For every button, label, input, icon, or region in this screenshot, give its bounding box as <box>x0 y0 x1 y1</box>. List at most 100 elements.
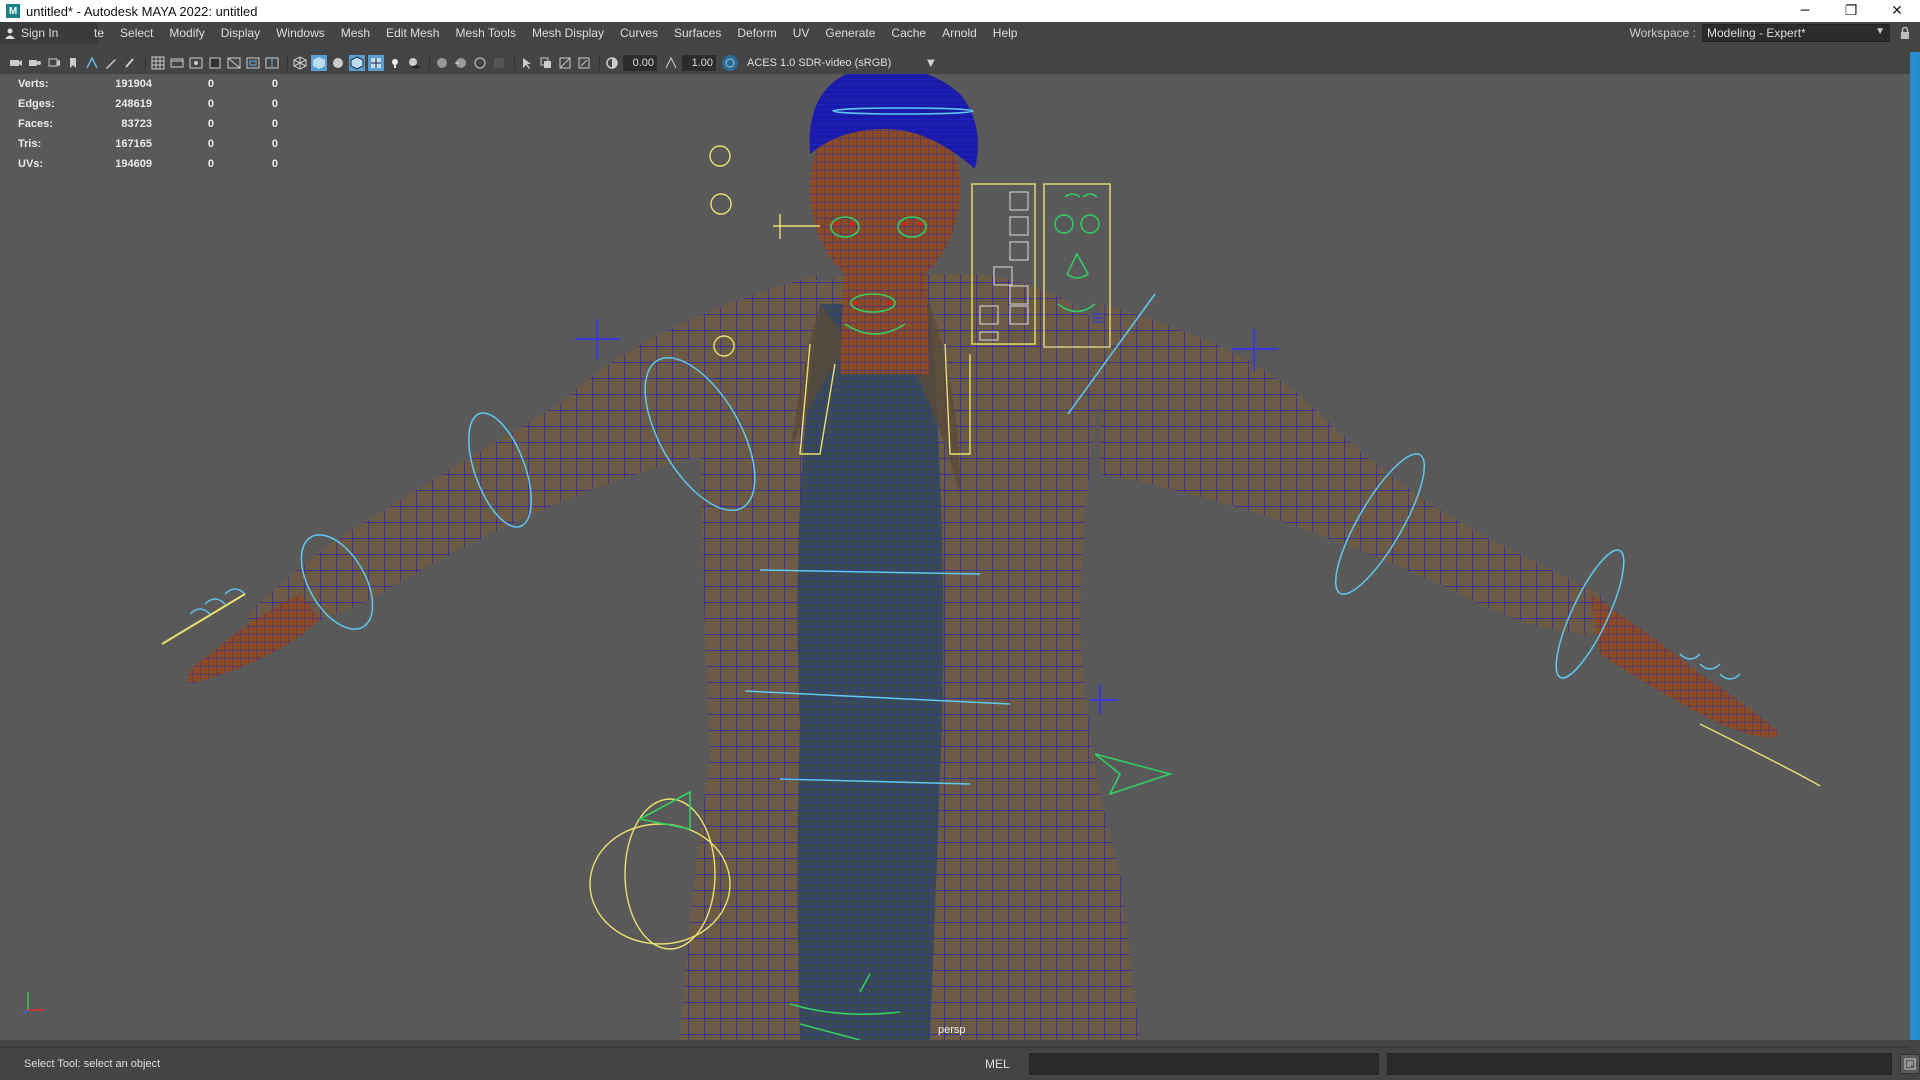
divider <box>0 1046 1910 1048</box>
command-line-input[interactable] <box>1028 1053 1379 1075</box>
menu-item-uv[interactable]: UV <box>785 26 818 40</box>
workspace-selector: Workspace : Modeling - Expert* ▼ <box>1630 22 1920 44</box>
default-material-icon[interactable] <box>330 55 346 71</box>
right-panel-strip[interactable] <box>1910 52 1920 1040</box>
foot-control-left[interactable] <box>637 790 691 830</box>
mel-language-toggle[interactable]: MEL <box>985 1057 1021 1071</box>
color-management-icon[interactable] <box>722 55 738 71</box>
field-chart-icon[interactable] <box>226 55 242 71</box>
safe-action-icon[interactable] <box>245 55 261 71</box>
pole-vector-knee[interactable] <box>1090 684 1118 714</box>
gamma-field[interactable]: 1.00 <box>682 55 716 71</box>
scene-canvas[interactable] <box>0 74 1910 1040</box>
restore-button[interactable]: ❐ <box>1828 0 1874 22</box>
gamma-icon[interactable] <box>663 55 679 71</box>
minimize-button[interactable]: ─ <box>1782 0 1828 22</box>
resolution-gate-icon[interactable] <box>188 55 204 71</box>
camera-attributes-icon[interactable] <box>27 55 43 71</box>
bookmarks-icon[interactable] <box>46 55 62 71</box>
eye-aim-control-2[interactable] <box>710 193 732 215</box>
hud-value: 0 <box>207 158 214 170</box>
2d-pan-zoom-icon[interactable] <box>84 55 100 71</box>
hud-value: 0 <box>271 78 278 90</box>
menu-item-mesh-tools[interactable]: Mesh Tools <box>447 26 523 40</box>
menu-item-mesh-display[interactable]: Mesh Display <box>524 26 612 40</box>
right-hand[interactable] <box>1590 594 1780 738</box>
xray-active-components-icon[interactable] <box>576 55 592 71</box>
screen-space-ao-icon[interactable] <box>434 55 450 71</box>
menu-item-arnold[interactable]: Arnold <box>934 26 985 40</box>
menu-item-windows[interactable]: Windows <box>268 26 333 40</box>
isolate-select-icon[interactable] <box>519 55 535 71</box>
safe-title-icon[interactable] <box>264 55 280 71</box>
eye-target-cross[interactable] <box>773 214 820 239</box>
hud-label: Verts: <box>18 78 49 90</box>
smooth-shade-icon[interactable] <box>311 55 327 71</box>
user-icon <box>5 28 15 39</box>
textured-icon[interactable] <box>368 55 384 71</box>
menu-item-help[interactable]: Help <box>985 26 1026 40</box>
hud-value: 83723 <box>121 118 152 130</box>
foot-control-right[interactable] <box>1094 753 1173 796</box>
sign-in-button[interactable]: Sign In <box>0 22 98 44</box>
menu-item-partial[interactable]: te <box>94 26 112 40</box>
right-panel-handle[interactable] <box>1912 52 1918 1040</box>
motion-blur-icon[interactable] <box>453 55 469 71</box>
workspace-label: Workspace : <box>1629 26 1696 40</box>
persp-viewport[interactable]: Verts: 191904 0 0 Edges: 248619 0 0 Face… <box>0 74 1910 1040</box>
workspace-dropdown[interactable]: Modeling - Expert* ▼ <box>1702 24 1890 42</box>
xray-joints-icon[interactable] <box>557 55 573 71</box>
hud-row-uvs: UVs: 194609 0 0 <box>18 154 278 174</box>
grease-pencil-icon[interactable] <box>103 55 119 71</box>
script-editor-icon[interactable] <box>1900 1054 1920 1074</box>
menu-item-display[interactable]: Display <box>213 26 268 40</box>
hud-label: Edges: <box>18 98 55 110</box>
jacket-right-arm[interactable] <box>1100 304 1610 634</box>
menu-item-generate[interactable]: Generate <box>817 26 883 40</box>
exposure-field[interactable]: 0.00 <box>623 55 657 71</box>
menu-item-curves[interactable]: Curves <box>612 26 666 40</box>
menu-item-deform[interactable]: Deform <box>729 26 784 40</box>
help-line-text: Select Tool: select an object <box>24 1058 161 1070</box>
hud-value: 0 <box>207 118 214 130</box>
lock-icon[interactable] <box>1896 24 1914 42</box>
viewport-toolbar: 0.00 1.00 ACES 1.0 SDR-video (sRGB) ▼ <box>0 52 1920 74</box>
menu-item-modify[interactable]: Modify <box>161 26 212 40</box>
hud-value: 194609 <box>115 158 152 170</box>
color-space-label[interactable]: ACES 1.0 SDR-video (sRGB) <box>747 57 927 69</box>
film-gate-icon[interactable] <box>169 55 185 71</box>
brush-icon[interactable] <box>122 55 138 71</box>
character-mesh[interactable] <box>187 74 1781 1040</box>
hud-value: 0 <box>207 138 214 150</box>
depth-of-field-icon[interactable] <box>491 55 507 71</box>
close-button[interactable]: ✕ <box>1874 0 1920 22</box>
shirt-front[interactable] <box>797 304 944 1040</box>
chevron-down-icon: ▼ <box>1875 26 1885 37</box>
hud-value: 0 <box>207 98 214 110</box>
wireframe-icon[interactable] <box>292 55 308 71</box>
menu-item-mesh[interactable]: Mesh <box>333 26 378 40</box>
menu-item-cache[interactable]: Cache <box>883 26 934 40</box>
gate-mask-icon[interactable] <box>207 55 223 71</box>
menu-item-select[interactable]: Select <box>112 26 161 40</box>
xray-icon[interactable] <box>538 55 554 71</box>
menu-item-edit-mesh[interactable]: Edit Mesh <box>378 26 447 40</box>
eye-aim-control-1[interactable] <box>709 145 731 167</box>
camera-name-label: persp <box>938 1024 966 1036</box>
menu-item-surfaces[interactable]: Surfaces <box>666 26 729 40</box>
hud-value: 0 <box>271 138 278 150</box>
chevron-down-icon[interactable]: ▼ <box>927 58 935 69</box>
pole-vector-left[interactable] <box>575 319 620 359</box>
image-plane-icon[interactable] <box>65 55 81 71</box>
select-camera-icon[interactable] <box>8 55 24 71</box>
use-all-lights-icon[interactable] <box>387 55 403 71</box>
exposure-icon[interactable] <box>604 55 620 71</box>
wireframe-on-shaded-icon[interactable] <box>349 55 365 71</box>
anti-aliasing-icon[interactable] <box>472 55 488 71</box>
hud-value: 0 <box>271 98 278 110</box>
grid-icon[interactable] <box>150 55 166 71</box>
left-hand[interactable] <box>187 594 321 684</box>
shadows-icon[interactable] <box>406 55 422 71</box>
workspace-value: Modeling - Expert* <box>1707 26 1806 40</box>
hud-row-faces: Faces: 83723 0 0 <box>18 114 278 134</box>
